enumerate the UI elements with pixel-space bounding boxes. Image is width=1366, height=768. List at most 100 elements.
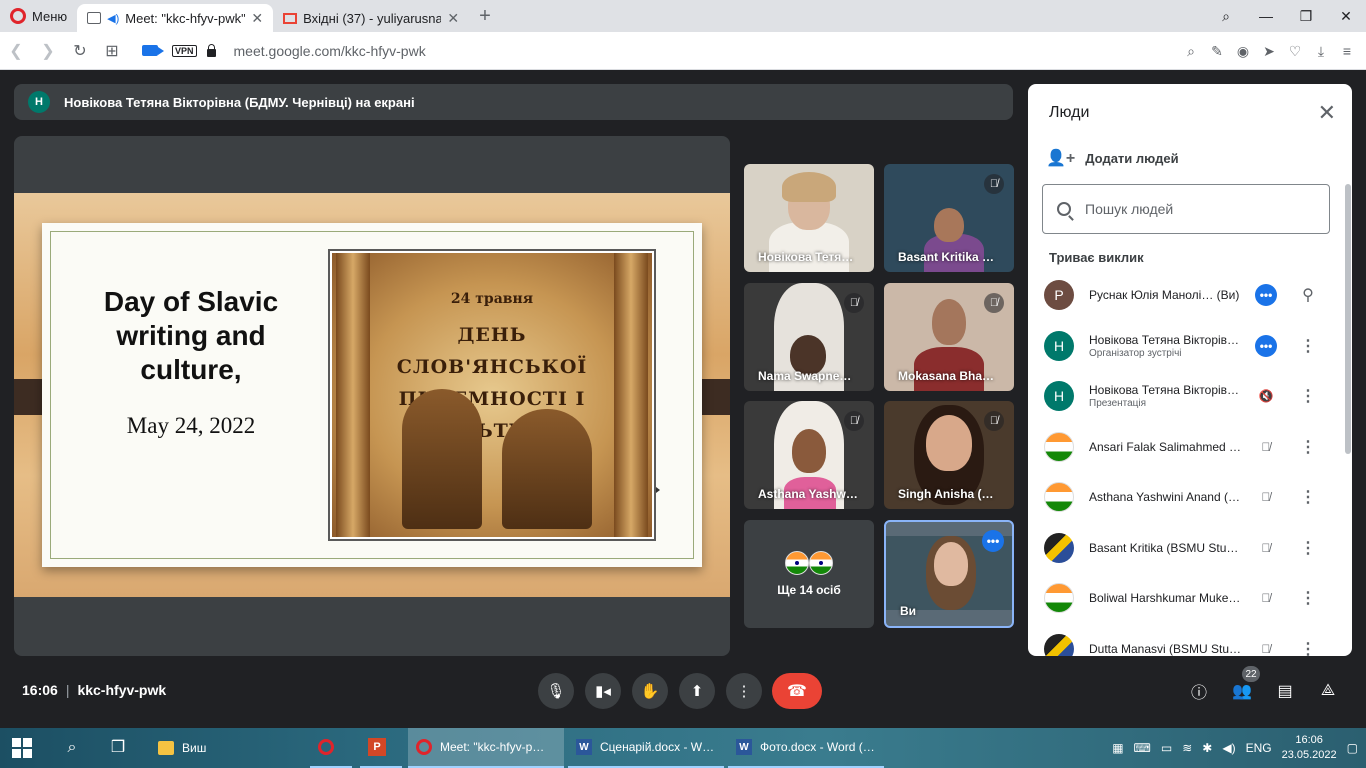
raise-hand-button[interactable]: ✋ bbox=[632, 673, 668, 709]
kebab-menu-icon[interactable]: ⋮ bbox=[1298, 639, 1318, 656]
people-button[interactable]: 👥 bbox=[1230, 679, 1254, 703]
new-tab-button[interactable]: + bbox=[469, 5, 501, 28]
close-window-icon[interactable]: ✕ bbox=[1326, 8, 1366, 25]
more-options-icon[interactable]: ••• bbox=[1255, 334, 1277, 357]
start-button[interactable] bbox=[12, 738, 32, 758]
minimize-icon[interactable]: — bbox=[1246, 8, 1286, 24]
kebab-menu-icon[interactable]: ⋮ bbox=[1298, 336, 1318, 356]
taskbar-app-explorer[interactable]: Виш bbox=[150, 728, 306, 768]
mic-off-icon[interactable]: 🎙̸ bbox=[1255, 436, 1277, 458]
more-participants-tile[interactable]: Ще 14 осіб bbox=[744, 520, 874, 628]
tab-close-icon[interactable]: ✕ bbox=[447, 10, 459, 27]
audio-off-icon[interactable]: 🔇 bbox=[1255, 385, 1277, 407]
language-indicator[interactable]: ENG bbox=[1246, 741, 1272, 755]
self-view-tile[interactable]: ••• Ви bbox=[884, 520, 1014, 628]
list-item[interactable]: Dutta Manasvi (BSMU Stu… 🎙̸ ⋮ bbox=[1028, 624, 1346, 656]
forward-icon[interactable]: ❯ bbox=[32, 41, 64, 61]
search-page-icon[interactable]: ⌕ bbox=[1184, 43, 1198, 60]
more-options-icon[interactable]: ••• bbox=[1255, 284, 1277, 307]
meeting-info-button[interactable]: ⓘ bbox=[1187, 679, 1211, 703]
list-item[interactable]: Н Новікова Тетяна Вікторів… Презентація … bbox=[1028, 371, 1346, 422]
list-item[interactable]: Н Новікова Тетяна Вікторів… Організатор … bbox=[1028, 321, 1346, 372]
task-view-icon[interactable]: ❒ bbox=[106, 736, 130, 760]
camera-button[interactable]: ▮◂ bbox=[585, 673, 621, 709]
participant-name: Singh Anisha (… bbox=[898, 487, 994, 501]
url-field[interactable]: meet.google.com/kkc-hfyv-pwk bbox=[234, 43, 426, 59]
people-search[interactable] bbox=[1042, 184, 1330, 234]
participant-tile[interactable]: 🎙̸ Basant Kritika … bbox=[884, 164, 1014, 272]
kebab-menu-icon[interactable]: ⋮ bbox=[1298, 437, 1318, 457]
search-icon[interactable]: ⌕ bbox=[60, 736, 84, 760]
kebab-menu-icon[interactable]: ⋮ bbox=[1298, 386, 1318, 406]
keyboard-icon[interactable]: ⌨ bbox=[1134, 741, 1151, 755]
opera-menu-button[interactable]: Меню bbox=[0, 0, 77, 32]
activities-button[interactable]: ⟁ bbox=[1316, 679, 1340, 703]
send-icon[interactable]: ➤ bbox=[1262, 43, 1276, 60]
taskbar-app-word-photo[interactable]: W Фото.docx - Word (… bbox=[728, 728, 884, 768]
list-item[interactable]: Boliwal Harshkumar Muke… 🎙̸ ⋮ bbox=[1028, 573, 1346, 624]
taskbar-powerpoint[interactable]: P bbox=[360, 728, 402, 768]
tray-app-icon[interactable]: ▦ bbox=[1112, 741, 1123, 755]
kebab-menu-icon: ⋮ bbox=[736, 683, 752, 700]
more-options-button[interactable]: ⋮ bbox=[726, 673, 762, 709]
list-item[interactable]: Ansari Falak Salimahmed … 🎙̸ ⋮ bbox=[1028, 422, 1346, 473]
tab-close-icon[interactable]: ✕ bbox=[251, 10, 263, 27]
mic-off-icon[interactable]: 🎙̸ bbox=[1255, 537, 1277, 559]
search-input[interactable] bbox=[1085, 201, 1305, 217]
easy-setup-icon[interactable]: ≡ bbox=[1340, 43, 1354, 59]
search-tabs-icon[interactable]: ⌕ bbox=[1206, 8, 1246, 25]
chat-button[interactable]: ▤ bbox=[1273, 679, 1297, 703]
participant-tile[interactable]: 🎙̸ Nama Swapne… bbox=[744, 283, 874, 391]
restore-icon[interactable]: ❐ bbox=[1286, 8, 1326, 25]
bluetooth-icon[interactable]: ✱ bbox=[1202, 741, 1212, 755]
download-icon[interactable]: ⤓ bbox=[1314, 43, 1328, 60]
network-icon[interactable]: ▭ bbox=[1161, 741, 1172, 755]
back-icon[interactable]: ❮ bbox=[0, 41, 32, 61]
participant-tile[interactable]: Новікова Тетя… bbox=[744, 164, 874, 272]
camera-in-use-icon[interactable] bbox=[142, 45, 164, 56]
notifications-icon[interactable]: ▢ bbox=[1347, 741, 1358, 755]
tab-gmail[interactable]: Вхідні (37) - yuliyarusnak@ ✕ bbox=[273, 4, 469, 32]
panel-scrollbar[interactable] bbox=[1345, 184, 1351, 454]
mic-off-icon: 🎙̸ bbox=[984, 174, 1004, 194]
list-item[interactable]: Asthana Yashwini Anand (… 🎙̸ ⋮ bbox=[1028, 472, 1346, 523]
taskbar-opera[interactable] bbox=[310, 728, 352, 768]
more-options-icon[interactable]: ••• bbox=[982, 530, 1004, 552]
vpn-badge[interactable]: VPN bbox=[172, 44, 197, 57]
participant-tile[interactable]: 🎙̸ Mokasana Bha… bbox=[884, 283, 1014, 391]
edit-icon[interactable]: ✎ bbox=[1210, 43, 1224, 60]
kebab-menu-icon[interactable]: ⋮ bbox=[1298, 588, 1318, 608]
list-item[interactable]: Р Руснак Юлія Манолі… (Ви) ••• ⚲ bbox=[1028, 270, 1346, 321]
taskbar-app-meet[interactable]: Meet: "kkc-hfyv-p… bbox=[408, 728, 564, 768]
taskbar-clock[interactable]: 16:06 23.05.2022 bbox=[1282, 733, 1337, 763]
present-button[interactable]: ⬆ bbox=[679, 673, 715, 709]
list-item[interactable]: Basant Kritika (BSMU Stu… 🎙̸ ⋮ bbox=[1028, 523, 1346, 574]
heart-icon[interactable]: ♡ bbox=[1288, 43, 1302, 60]
leave-call-button[interactable]: ☎ bbox=[772, 673, 822, 709]
meeting-details[interactable]: 16:06 | kkc-hfyv-pwk bbox=[22, 682, 166, 698]
pin-icon[interactable]: ⚲ bbox=[1298, 285, 1318, 305]
mic-off-icon: 🎙̸ bbox=[984, 411, 1004, 431]
avatar bbox=[1044, 633, 1074, 656]
lock-icon[interactable] bbox=[206, 43, 216, 57]
mic-off-icon[interactable]: 🎙̸ bbox=[1255, 587, 1277, 609]
participant-tile[interactable]: 🎙̸ Asthana Yashw… bbox=[744, 401, 874, 509]
tab-meet[interactable]: ◀) Meet: "kkc-hfyv-pwk" ✕ bbox=[77, 4, 274, 32]
volume-icon[interactable]: ◀) bbox=[1222, 741, 1235, 755]
reload-icon[interactable]: ↻ bbox=[64, 41, 96, 61]
add-people-button[interactable]: 👤+ Додати людей bbox=[1046, 148, 1179, 168]
mic-off-icon[interactable]: 🎙̸ bbox=[1255, 486, 1277, 508]
mic-off-icon[interactable]: 🎙̸ bbox=[1255, 638, 1277, 656]
presentation-stage[interactable]: Day of Slavic writing and culture, May 2… bbox=[14, 136, 730, 656]
kebab-menu-icon[interactable]: ⋮ bbox=[1298, 538, 1318, 558]
participant-tile[interactable]: 🎙̸ Singh Anisha (… bbox=[884, 401, 1014, 509]
microphone-button[interactable]: 🎙 bbox=[538, 673, 574, 709]
speed-dial-icon[interactable]: ⊞ bbox=[96, 41, 128, 61]
snapshot-icon[interactable]: ◉ bbox=[1236, 43, 1250, 60]
kebab-menu-icon[interactable]: ⋮ bbox=[1298, 487, 1318, 507]
folder-icon bbox=[158, 741, 174, 755]
close-panel-icon[interactable]: ✕ bbox=[1318, 100, 1336, 126]
taskbar-app-word-scenario[interactable]: W Сценарій.docx - W… bbox=[568, 728, 724, 768]
wifi-icon[interactable]: ≋ bbox=[1182, 741, 1192, 755]
participant-name: Ansari Falak Salimahmed … bbox=[1089, 439, 1242, 454]
